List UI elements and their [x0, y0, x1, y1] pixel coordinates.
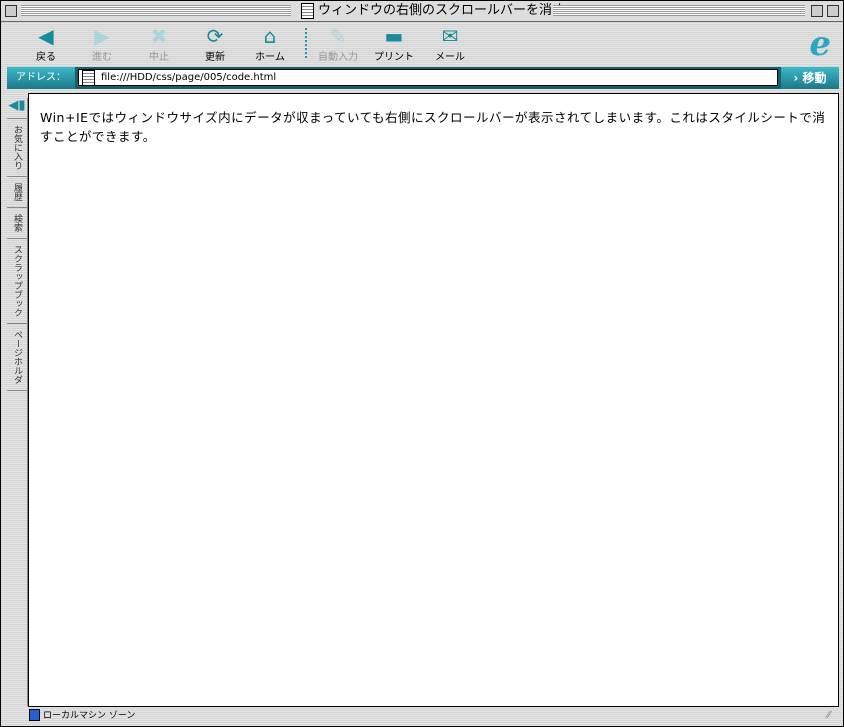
- security-zone-label: ローカルマシン ゾーン: [43, 711, 136, 721]
- resize-grip[interactable]: ⁄⁄: [827, 710, 841, 724]
- computer-zone-icon: [29, 708, 40, 721]
- go-button[interactable]: › 移動: [781, 67, 839, 89]
- autofill-icon: ✎: [329, 24, 347, 48]
- document-icon: [301, 3, 314, 19]
- address-label: アドレス：: [7, 67, 75, 89]
- mail-button[interactable]: ✉ メール: [425, 24, 475, 63]
- address-bar: アドレス： file:///HDD/css/page/005/code.html…: [7, 67, 839, 89]
- home-label: ホーム: [255, 52, 285, 63]
- print-icon: ▬: [384, 24, 404, 48]
- sidebar-toggle-icon[interactable]: ◀▮: [7, 98, 27, 119]
- forward-label: 進む: [92, 52, 112, 63]
- forward-button[interactable]: ▶ 進む: [77, 24, 127, 63]
- stop-icon: ✖: [150, 24, 168, 48]
- refresh-label: 更新: [205, 52, 225, 63]
- tab-scrapbook[interactable]: スクラップブック: [7, 239, 28, 324]
- home-icon: ⌂: [263, 24, 277, 48]
- back-label: 戻る: [36, 52, 56, 63]
- address-value: file:///HDD/css/page/005/code.html: [101, 72, 277, 83]
- refresh-icon: ⟳: [206, 24, 224, 48]
- tab-page-holder[interactable]: ページホルダ: [7, 324, 28, 391]
- explorer-bar-tabs: ◀▮ お気に入り 履歴 検索 スクラップブック ページホルダ: [7, 98, 28, 706]
- browser-window: ウィンドウの右側のスクロールバーを消す ◀ 戻る ▶ 進む ✖ 中止 ⟳ 更新 ⌂ ホーム…: [0, 0, 844, 727]
- autofill-button[interactable]: ✎ 自動入力: [313, 24, 363, 63]
- print-label: プリント: [374, 52, 414, 63]
- document-icon: [82, 69, 95, 86]
- print-button[interactable]: ▬ プリント: [369, 24, 419, 63]
- status-bar: ローカルマシン ゾーン: [29, 708, 135, 721]
- tab-search[interactable]: 検索: [7, 208, 28, 239]
- window-title: ウィンドウの右側のスクロールバーを消す: [318, 3, 566, 18]
- page-content: Win+IEではウィンドウサイズ内にデータが収まっていても右側にスクロールバーが…: [28, 93, 839, 707]
- autofill-label: 自動入力: [318, 52, 358, 63]
- ie-logo: e: [809, 24, 831, 64]
- content-text: Win+IEではウィンドウサイズ内にデータが収まっていても右側にスクロールバーが…: [40, 110, 826, 144]
- toolbar: ◀ 戻る ▶ 進む ✖ 中止 ⟳ 更新 ⌂ ホーム ✎ 自動入力 ▬ プリント ✉ メール e: [7, 22, 839, 66]
- address-input[interactable]: file:///HDD/css/page/005/code.html: [78, 69, 778, 86]
- toolbar-separator: [305, 28, 307, 58]
- mail-label: メール: [435, 52, 465, 63]
- go-label: 移動: [802, 71, 827, 85]
- mail-icon: ✉: [441, 24, 459, 48]
- window-title-wrap: ウィンドウの右側のスクロールバーを消す: [297, 2, 570, 20]
- forward-arrow-icon: ▶: [94, 24, 110, 48]
- refresh-button[interactable]: ⟳ 更新: [190, 24, 240, 63]
- zoom-box[interactable]: [811, 5, 823, 17]
- tab-history[interactable]: 履歴: [7, 177, 28, 208]
- close-box[interactable]: [5, 5, 17, 17]
- home-button[interactable]: ⌂ ホーム: [245, 24, 295, 63]
- stop-label: 中止: [149, 52, 169, 63]
- stop-button[interactable]: ✖ 中止: [134, 24, 184, 63]
- back-button[interactable]: ◀ 戻る: [21, 24, 71, 63]
- back-arrow-icon: ◀: [38, 24, 54, 48]
- title-stripes: [21, 5, 291, 16]
- title-bar[interactable]: ウィンドウの右側のスクロールバーを消す: [1, 1, 843, 22]
- tab-favorites[interactable]: お気に入り: [7, 119, 28, 177]
- title-stripes: [553, 5, 805, 16]
- collapse-box[interactable]: [827, 5, 839, 17]
